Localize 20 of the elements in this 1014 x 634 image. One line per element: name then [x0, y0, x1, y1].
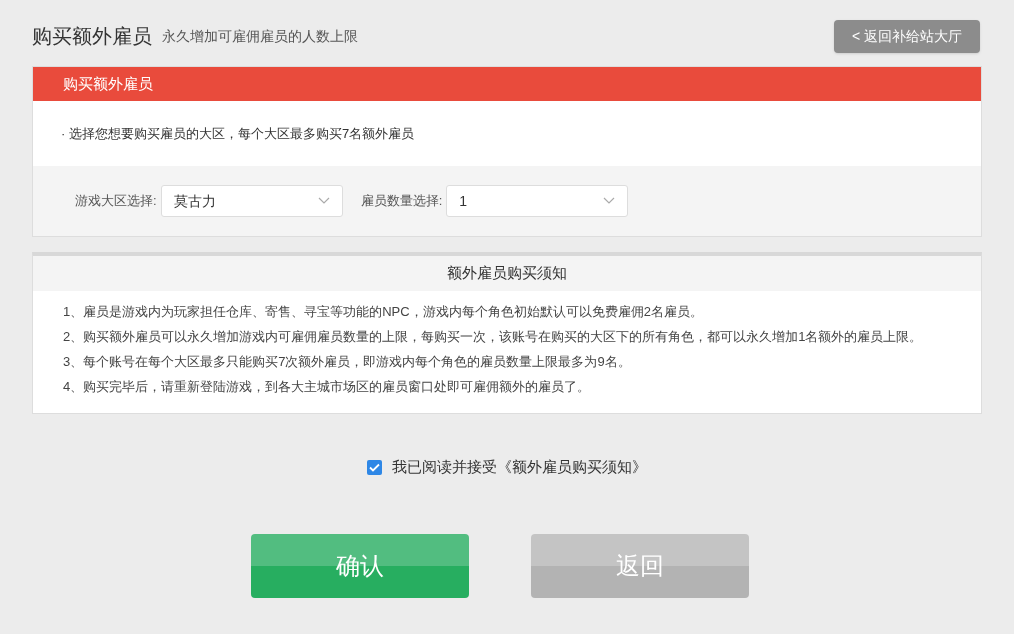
field-label: 雇员数量选择:	[360, 192, 443, 211]
agreement-label: 我已阅读并接受《额外雇员购买须知》	[392, 457, 647, 477]
chevron-down-icon	[317, 197, 330, 205]
notice-item: 3、每个账号在每个大区最多只能购买7次额外雇员，即游戏内每个角色的雇员数量上限最多为9名。	[63, 353, 632, 371]
back-button[interactable]: < 返回补给站大厅	[833, 19, 980, 53]
confirm-button[interactable]: 确认	[251, 533, 469, 598]
page-title: 购买额外雇员	[32, 24, 152, 49]
notice-item: 2、购买额外雇员可以永久增加游戏内可雇佣雇员数量的上限，每购买一次，该账号在购买的大区下的所有角色，都可以永久增加1名额外的雇员上限。	[63, 328, 924, 346]
chevron-down-icon	[603, 197, 616, 205]
field-label: 游戏大区选择:	[75, 192, 157, 211]
select-field[interactable]: 莫古力	[160, 185, 343, 217]
hint-text: · 选择您想要购买雇员的大区，每个大区最多购买7名额外雇员	[61, 124, 415, 143]
page-subtitle: 永久增加可雇佣雇员的人数上限	[162, 26, 358, 46]
panel-title: 购买额外雇员	[63, 73, 153, 94]
agreement-checkbox[interactable]	[367, 459, 382, 475]
notice-title: 额外雇员购买须知	[447, 263, 567, 284]
notice-item: 4、购买完毕后，请重新登陆游戏，到各大主城市场区的雇员窗口处即可雇佣额外的雇员了。	[63, 378, 592, 396]
return-button[interactable]: 返回	[531, 533, 749, 598]
select-field[interactable]: 1	[446, 185, 629, 217]
notice-item: 1、雇员是游戏内为玩家担任仓库、寄售、寻宝等功能的NPC，游戏内每个角色初始默认可以免费雇佣2名雇员。	[63, 303, 704, 321]
